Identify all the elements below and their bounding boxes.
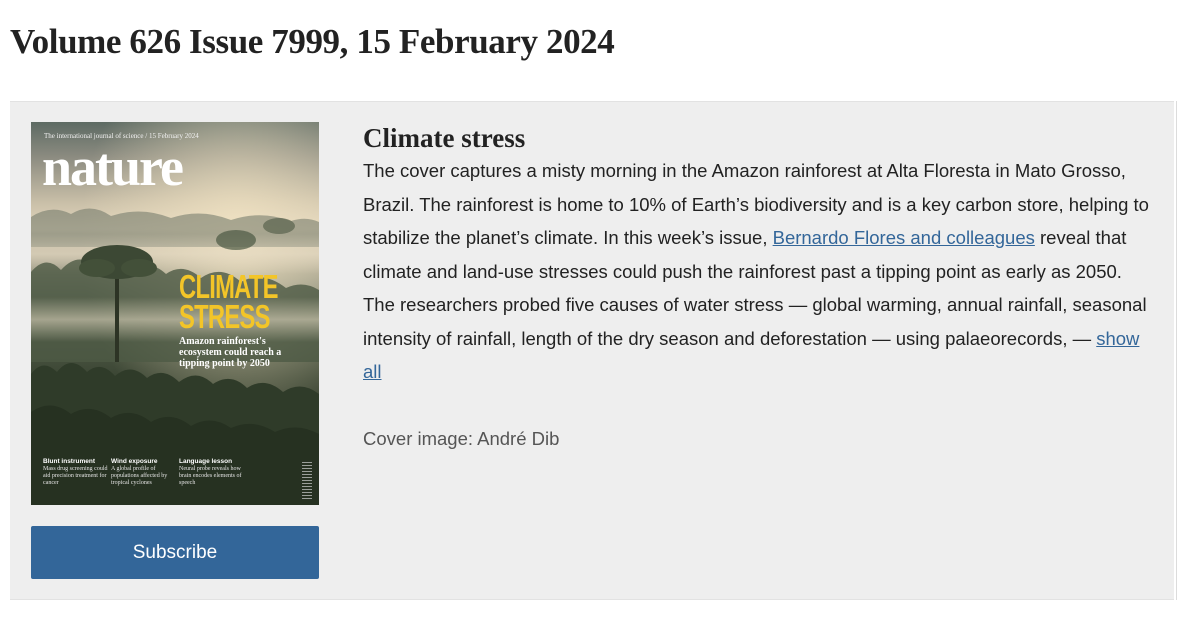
cover-teaser: Blunt instrument Mass drug screening cou… bbox=[43, 458, 111, 487]
cover-image-credit: Cover image: André Dib bbox=[363, 427, 560, 449]
page-title: Volume 626 Issue 7999, 15 February 2024 bbox=[10, 22, 615, 61]
cover-image[interactable]: The international journal of science / 1… bbox=[31, 122, 319, 505]
teaser-title: Wind exposure bbox=[111, 458, 158, 465]
cover-teaser: Language lesson Neural probe reveals how… bbox=[179, 458, 247, 487]
cover-subline: Amazon rainforest's ecosystem could reac… bbox=[179, 336, 282, 369]
issue-panel: The international journal of science / 1… bbox=[10, 101, 1174, 600]
adjacent-panel-edge bbox=[1176, 101, 1200, 600]
cover-barcode bbox=[302, 462, 312, 500]
cover-story-title: Climate stress bbox=[363, 123, 526, 153]
teaser-title: Language lesson bbox=[179, 458, 233, 465]
teaser-text: A global profile of populations affected… bbox=[111, 466, 168, 486]
authors-link[interactable]: Bernardo Flores and colleagues bbox=[773, 227, 1035, 248]
cover-masthead-logo: nature bbox=[42, 137, 184, 197]
cover-teaser: Wind exposure A global profile of popula… bbox=[111, 458, 179, 487]
subscribe-button[interactable]: Subscribe bbox=[31, 526, 319, 579]
teaser-text: Neural probe reveals how brain encodes e… bbox=[179, 466, 242, 486]
cover-teasers: Blunt instrument Mass drug screening cou… bbox=[31, 458, 319, 505]
cover-story-description: The cover captures a misty morning in th… bbox=[363, 154, 1153, 389]
cover-headline: CLIMATE STRESS bbox=[179, 270, 280, 335]
teaser-text: Mass drug screening could aid precision … bbox=[43, 466, 108, 486]
cover-headline-line2: STRESS bbox=[179, 298, 270, 335]
cover-story: Climate stress The cover captures a mist… bbox=[363, 122, 1153, 455]
teaser-title: Blunt instrument bbox=[43, 458, 95, 465]
